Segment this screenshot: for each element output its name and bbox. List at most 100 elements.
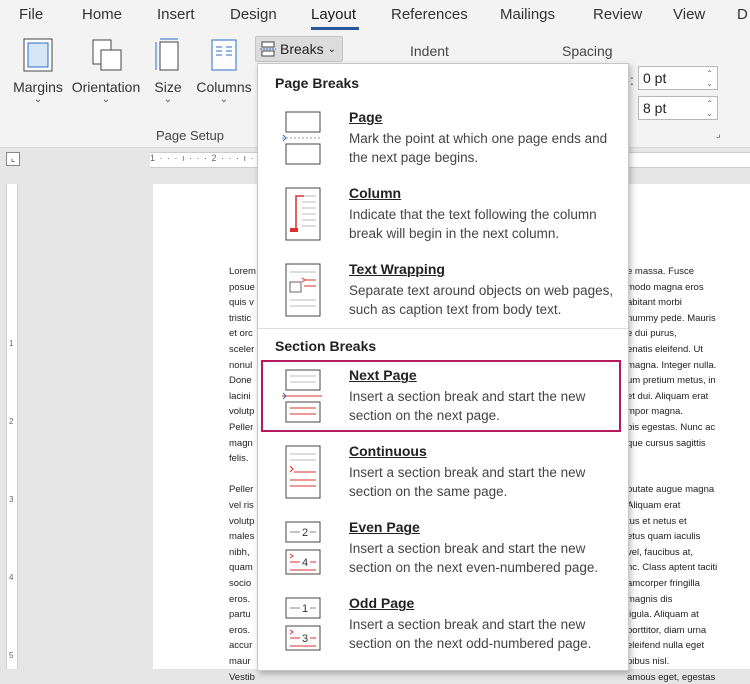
document-text-line: et orc <box>229 328 253 340</box>
spin-down-icon[interactable]: ⌄ <box>706 80 713 88</box>
document-text-line: accur <box>229 640 253 652</box>
tab-selector-icon[interactable]: ⌞ <box>6 152 20 166</box>
document-text-line: amcorper fringilla <box>627 578 700 589</box>
page-setup-group-label: Page Setup <box>156 128 224 143</box>
document-text-line: mpor magna. <box>627 406 683 418</box>
spin-up-icon[interactable]: ⌃ <box>706 100 713 108</box>
orientation-label: Orientation <box>71 79 141 95</box>
tab-home[interactable]: Home <box>82 6 122 23</box>
breaks-dropdown-menu: Page Breaks Page Mark the point at which… <box>257 63 629 671</box>
menu-item-page[interactable]: Page Mark the point at which one page en… <box>258 100 628 176</box>
spacing-colon: : <box>630 72 634 88</box>
odd-page-break-icon: 1 3 <box>285 597 321 651</box>
menu-item-description: Insert a section break and start the new… <box>349 617 592 651</box>
tab-view[interactable]: View <box>673 6 705 23</box>
orientation-button[interactable]: Orientation ⌄ <box>68 38 144 105</box>
document-text-line: putate augue magna <box>627 484 715 496</box>
menu-item-description: Insert a section break and start the new… <box>349 541 599 575</box>
document-text-line: enatis eleifend. Ut <box>627 344 704 355</box>
document-text-line: Vestib <box>229 671 255 683</box>
tab-layout[interactable]: Layout <box>311 6 356 23</box>
document-text-line: etus quam iaculis <box>627 531 701 543</box>
spacing-before-value: 0 pt <box>643 70 667 86</box>
document-text-line: Aliquam erat <box>627 500 681 511</box>
orientation-icon <box>92 39 122 71</box>
indent-label: Indent <box>410 43 449 59</box>
menu-item-description: Mark the point at which one page ends an… <box>349 131 608 165</box>
document-text-line: Lorem <box>229 266 256 277</box>
spin-up-icon[interactable]: ⌃ <box>706 70 713 78</box>
document-text-line: eleifend nulla eget <box>627 640 705 652</box>
page-break-icon <box>282 111 322 165</box>
document-text-line: vel, faucibus at, <box>627 546 694 558</box>
document-text-line: maur <box>229 656 251 667</box>
spacing-label: Spacing <box>562 43 613 59</box>
margins-button[interactable]: Margins ⌄ <box>10 38 66 105</box>
document-text-line: sceler <box>229 344 255 355</box>
tab-review[interactable]: Review <box>593 6 642 23</box>
page-breaks-header: Page Breaks <box>275 75 360 91</box>
menu-item-title: Odd Page <box>349 595 415 611</box>
tab-developer[interactable]: D <box>737 6 748 23</box>
odd-bottom-number: 3 <box>302 633 308 645</box>
breaks-button[interactable]: Breaks ⌄ <box>255 36 343 62</box>
vruler-tick: 5 <box>9 651 14 660</box>
spacing-before-input[interactable]: 0 pt ⌃ ⌄ <box>638 66 718 90</box>
document-text-line: Done <box>229 375 252 387</box>
document-text-line: bis egestas. Nunc ac <box>627 422 716 433</box>
continuous-break-icon <box>285 445 321 499</box>
section-breaks-header: Section Breaks <box>275 338 377 354</box>
menu-item-column[interactable]: Column Indicate that the text following … <box>258 176 628 252</box>
document-text-line: eros. <box>229 593 251 605</box>
tab-references[interactable]: References <box>391 6 468 23</box>
menu-item-text-wrapping[interactable]: Text Wrapping Separate text around objec… <box>258 252 628 328</box>
document-text-line: Peller <box>229 422 254 433</box>
size-button[interactable]: Size ⌄ <box>150 38 186 105</box>
document-text-line: lacini <box>229 390 251 402</box>
menu-item-title: Continuous <box>349 443 427 459</box>
menu-item-odd-page[interactable]: 1 3 Odd Page Insert a section break and … <box>258 586 628 662</box>
document-text-line: quis v <box>229 297 254 309</box>
document-text-line: nibh, <box>229 546 250 558</box>
menu-item-description: Insert a section break and start the new… <box>349 465 586 499</box>
menu-item-title: Page <box>349 109 383 125</box>
vruler-tick: 1 <box>9 339 14 348</box>
columns-button[interactable]: Columns ⌄ <box>194 38 254 105</box>
document-text-line: quam <box>229 562 253 574</box>
dialog-launcher-icon[interactable]: ⌟ <box>716 129 721 140</box>
columns-label: Columns <box>196 79 252 95</box>
menu-item-title: Column <box>349 185 402 201</box>
chevron-down-icon: ⌄ <box>33 94 43 105</box>
document-text-line: magna. Integer nulla. <box>627 359 717 371</box>
tab-mailings[interactable]: Mailings <box>500 6 555 23</box>
document-text-line: tus et netus et <box>627 515 687 527</box>
tab-insert[interactable]: Insert <box>157 6 195 23</box>
tab-design[interactable]: Design <box>230 6 277 23</box>
menu-separator <box>258 328 628 329</box>
document-text-line: um pretium metus, in <box>627 375 716 387</box>
margins-label: Margins <box>13 79 63 95</box>
columns-icon <box>211 39 237 71</box>
document-text-line: pibus nisl. <box>627 656 670 667</box>
even-page-break-icon: 2 4 <box>285 521 321 575</box>
breaks-icon <box>260 41 276 57</box>
menu-item-continuous[interactable]: Continuous Insert a section break and st… <box>258 434 628 510</box>
document-text-line: nummy pede. Mauris <box>627 312 716 324</box>
size-icon <box>155 38 179 71</box>
vertical-ruler[interactable]: 1 2 3 4 5 <box>6 184 18 669</box>
menu-item-next-page[interactable]: Next Page Insert a section break and sta… <box>258 358 628 434</box>
document-text-line: e massa. Fusce <box>627 266 695 277</box>
document-text-line: nc. Class aptent taciti <box>627 562 718 574</box>
breaks-label: Breaks <box>280 41 324 57</box>
tab-file[interactable]: File <box>19 6 43 23</box>
document-text-line: modo magna eros <box>627 281 704 293</box>
ribbon-tab-bar: File Home Insert Design Layout Reference… <box>0 0 750 30</box>
document-text-line: magnis dis <box>627 593 673 605</box>
spacing-after-input[interactable]: 8 pt ⌃ ⌄ <box>638 96 718 120</box>
document-text-line: posue <box>229 281 255 293</box>
spin-down-icon[interactable]: ⌄ <box>706 110 713 118</box>
document-text-line: felis. <box>229 453 249 465</box>
menu-item-even-page[interactable]: 2 4 Even Page Insert a section break and… <box>258 510 628 586</box>
document-text-line: males <box>229 531 255 543</box>
margins-icon <box>23 38 53 72</box>
